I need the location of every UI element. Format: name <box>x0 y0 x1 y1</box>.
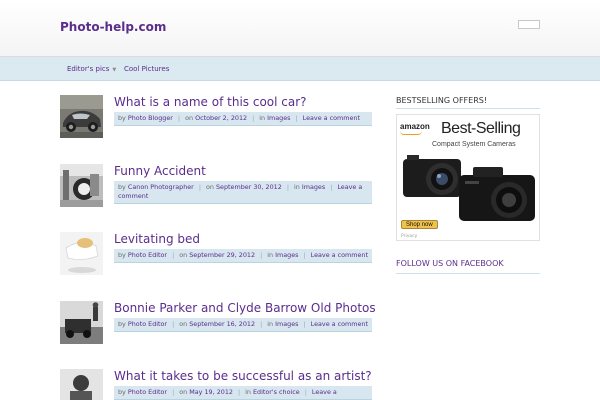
post-meta: by Canon Photographer | on September 30, 2… <box>114 181 372 204</box>
post-thumbnail-car[interactable] <box>60 95 103 138</box>
post-item: Levitating bed by Photo Editor | on Septem… <box>60 232 372 275</box>
post-meta: by Photo Editor | on September 29, 2012 | in… <box>114 249 372 263</box>
ad-subline: Compact System Cameras <box>432 141 516 148</box>
meta-in: in <box>267 251 274 259</box>
meta-on: on <box>179 320 188 328</box>
post-item: Bonnie Parker and Clyde Barrow Old Photo… <box>60 301 376 344</box>
shop-now-label: Shop now <box>406 222 433 228</box>
post-date-link[interactable]: September 30, 2012 <box>216 183 282 191</box>
meta-in: in <box>267 320 274 328</box>
post-meta: by Photo Editor | on September 16, 2012 | in… <box>114 318 372 332</box>
post-title-link[interactable]: Levitating bed <box>114 232 200 246</box>
meta-by: by <box>118 114 126 122</box>
post-category-link[interactable]: Images <box>275 320 298 328</box>
post-author-link[interactable]: Photo Blogger <box>128 114 173 122</box>
post-item: What is a name of this cool car? by Phot… <box>60 95 372 138</box>
site-header: Photo-help.com <box>0 0 600 57</box>
shop-now-button[interactable]: Shop now <box>401 220 438 229</box>
chevron-down-icon: ▼ <box>112 67 117 73</box>
meta-on: on <box>205 183 214 191</box>
main-navigation: Editor's pics ▼ Cool Pictures <box>0 57 600 81</box>
post-category-link[interactable]: Images <box>302 183 325 191</box>
post-author-link[interactable]: Photo Editor <box>128 251 167 259</box>
post-item: What it takes to be successful as an art… <box>60 369 372 400</box>
post-meta: by Photo Blogger | on October 2, 2012 | in I… <box>114 112 372 126</box>
meta-in: in <box>293 183 300 191</box>
leave-comment-link[interactable]: Leave a comment <box>311 251 368 259</box>
amazon-logo: amazon <box>400 122 430 131</box>
nav-item-label: Editor's pics <box>67 65 110 73</box>
post-thumbnail-bonnie-clyde[interactable] <box>60 301 103 344</box>
meta-on: on <box>179 251 188 259</box>
meta-on: on <box>185 114 194 122</box>
post-item: Funny Accident by Canon Photographer | on … <box>60 164 372 214</box>
amazon-smile-icon <box>400 131 422 135</box>
post-author-link[interactable]: Photo Editor <box>128 388 167 396</box>
meta-by: by <box>118 251 126 259</box>
sidebar-offers-title: BESTSELLING OFFERS! <box>396 96 488 105</box>
meta-in: in <box>245 388 251 396</box>
post-thumbnail-artist[interactable] <box>60 369 103 400</box>
post-category-link[interactable]: Editor's choice <box>253 388 300 396</box>
site-title-link[interactable]: Photo-help.com <box>60 20 166 34</box>
header-search-box[interactable] <box>518 20 540 29</box>
post-meta: by Photo Editor | on May 19, 2012 | in Edito… <box>114 386 372 400</box>
meta-by: by <box>118 388 126 396</box>
nav-item-cool-pictures[interactable]: Cool Pictures <box>124 65 169 73</box>
leave-comment-link[interactable]: Leave a comment <box>303 114 360 122</box>
sidebar-divider <box>396 273 540 274</box>
ad-privacy-link[interactable]: Privacy <box>401 234 417 239</box>
meta-in: in <box>259 114 266 122</box>
nav-item-editors-pics[interactable]: Editor's pics ▼ <box>67 65 116 73</box>
post-date-link[interactable]: September 16, 2012 <box>189 320 255 328</box>
post-category-link[interactable]: Images <box>267 114 290 122</box>
post-category-link[interactable]: Images <box>275 251 298 259</box>
amazon-ad-banner[interactable]: amazon Best-Selling Compact System Camer… <box>396 114 540 241</box>
post-title-link[interactable]: Funny Accident <box>114 164 206 178</box>
ad-headline: Best-Selling <box>441 120 521 137</box>
leave-comment-link[interactable]: Leave a <box>312 388 337 396</box>
post-date-link[interactable]: October 2, 2012 <box>195 114 247 122</box>
post-author-link[interactable]: Canon Photographer <box>128 183 194 191</box>
camera-product-image <box>403 155 535 221</box>
meta-by: by <box>118 183 126 191</box>
sidebar-facebook-title[interactable]: FOLLOW US ON FACEBOOK <box>396 259 504 268</box>
post-title-link[interactable]: What it takes to be successful as an art… <box>114 369 372 383</box>
post-date-link[interactable]: September 29, 2012 <box>189 251 255 259</box>
post-title-link[interactable]: What is a name of this cool car? <box>114 95 307 109</box>
nav-item-label: Cool Pictures <box>124 65 170 73</box>
leave-comment-link[interactable]: Leave a comment <box>311 320 368 328</box>
post-title-link[interactable]: Bonnie Parker and Clyde Barrow Old Photo… <box>114 301 376 315</box>
sidebar-divider <box>396 108 540 109</box>
post-thumbnail-accident[interactable] <box>60 164 103 207</box>
post-date-link[interactable]: May 19, 2012 <box>189 388 233 396</box>
meta-on: on <box>179 388 188 396</box>
post-thumbnail-bed[interactable] <box>60 232 103 275</box>
meta-by: by <box>118 320 126 328</box>
post-author-link[interactable]: Photo Editor <box>128 320 167 328</box>
